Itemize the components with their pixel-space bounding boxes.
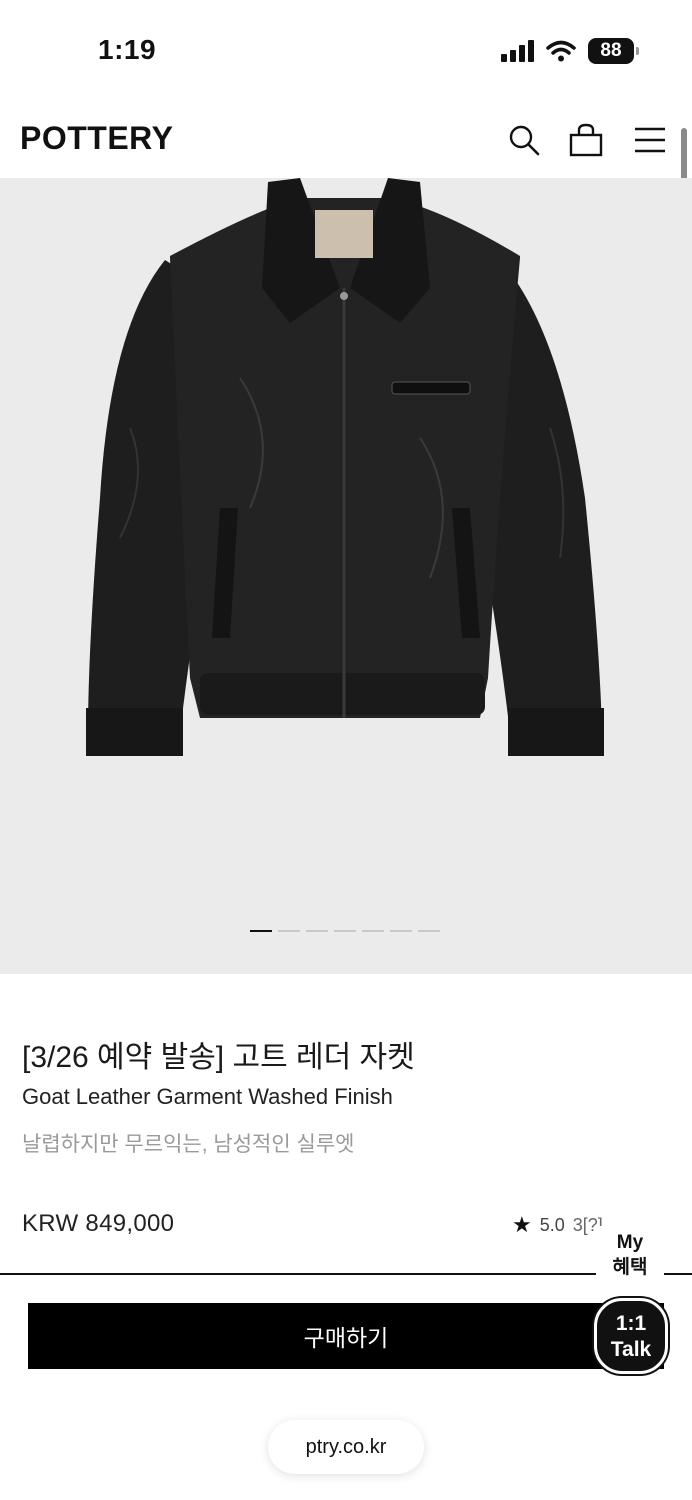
jacket-image [86, 178, 604, 756]
pagination-dot[interactable] [390, 930, 412, 932]
product-price: KRW 849,000 [22, 1210, 175, 1237]
jacket-zipper-pull [340, 292, 348, 300]
wifi-icon [546, 40, 576, 62]
my-benefit-line1: My [616, 1232, 644, 1253]
pagination-dot[interactable] [250, 930, 272, 932]
status-time: 1:19 [98, 34, 157, 65]
search-icon[interactable] [504, 120, 544, 160]
status-icons: 88 [501, 38, 639, 64]
hamburger-menu-icon[interactable] [630, 120, 670, 160]
product-rating[interactable]: ★ 5.0 3[?] [512, 1212, 603, 1238]
talk-button[interactable]: 1:1 Talk [594, 1298, 668, 1374]
brand-logo[interactable]: POTTERY [20, 120, 173, 157]
product-tagline: 날렵하지만 무르익는, 남성적인 실루엣 [22, 1133, 355, 1156]
jacket-chest-pocket [391, 381, 471, 395]
status-bar: 1:19 88 [0, 0, 692, 100]
site-header: POTTERY [0, 100, 692, 178]
talk-button-line2: Talk [610, 1338, 652, 1361]
section-divider [0, 1273, 692, 1275]
browser-url-bar[interactable]: ptry.co.kr [268, 1420, 424, 1474]
product-subtitle: Goat Leather Garment Washed Finish [22, 1084, 393, 1109]
pagination-dot[interactable] [306, 930, 328, 932]
buy-button[interactable]: 구매하기 [28, 1303, 664, 1369]
pagination-dot[interactable] [334, 930, 356, 932]
pagination-dot[interactable] [362, 930, 384, 932]
jacket-neck-label [315, 210, 373, 258]
shopping-bag-icon[interactable] [566, 120, 606, 160]
talk-button-line1: 1:1 [615, 1312, 647, 1335]
my-benefit-button[interactable]: My 혜택 [596, 1226, 664, 1286]
my-benefit-line2: 혜택 [612, 1257, 648, 1278]
cellular-signal-icon [501, 40, 534, 62]
star-icon: ★ [512, 1212, 532, 1237]
pagination-dot[interactable] [278, 930, 300, 932]
gallery-pagination [250, 930, 440, 932]
product-title: [3/26 예약 발송] 고트 레더 자켓 [22, 1041, 415, 1074]
pagination-dot[interactable] [418, 930, 440, 932]
rating-score: 5.0 [539, 1214, 565, 1235]
battery-icon: 88 [588, 38, 639, 64]
jacket-right-cuff [508, 708, 604, 756]
product-image-gallery[interactable] [0, 178, 692, 974]
product-info: [3/26 예약 발송] 고트 레더 자켓 Goat Leather Garme… [0, 974, 692, 1274]
jacket-left-cuff [86, 708, 183, 756]
